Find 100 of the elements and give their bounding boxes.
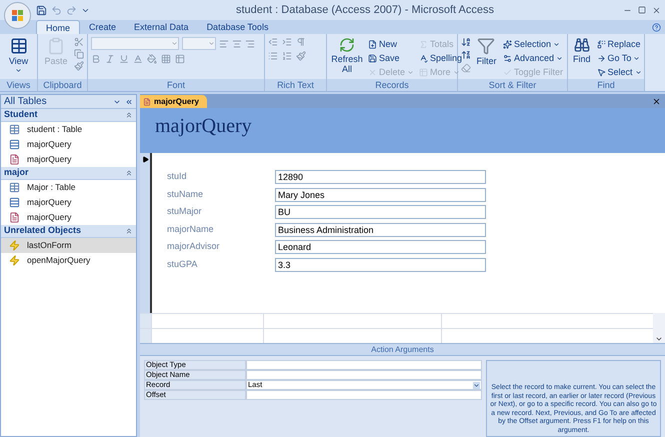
selection-icon — [502, 40, 512, 48]
cut-icon[interactable] — [74, 37, 84, 47]
indent-icon[interactable] — [282, 37, 292, 47]
table-icon — [9, 124, 20, 135]
collapse-pane-icon[interactable] — [125, 98, 133, 106]
filter-button[interactable]: Filter — [474, 37, 499, 66]
save-button[interactable]: Save — [367, 51, 416, 65]
field-label: majorAdvisor — [167, 240, 221, 254]
go-to-button[interactable]: Go To — [596, 51, 643, 65]
spelling-button[interactable]: Spelling — [418, 51, 464, 65]
font-name-field[interactable] — [91, 37, 179, 50]
document-tab[interactable]: majorQuery — [140, 95, 207, 108]
select-button[interactable]: Select — [596, 65, 643, 79]
group-header[interactable]: Unrelated Objects — [1, 225, 136, 238]
advanced-icon — [502, 54, 512, 62]
caret-icon — [407, 68, 414, 76]
field-input[interactable]: BU — [275, 205, 486, 219]
ribbon-tab[interactable]: Database Tools — [198, 20, 278, 34]
field-input[interactable]: Leonard — [275, 240, 486, 254]
advanced-button[interactable]: Advanced — [502, 51, 564, 65]
group-header[interactable]: Student — [1, 109, 136, 122]
field-input[interactable]: Mary Jones — [275, 188, 486, 202]
align-center-icon[interactable] — [232, 38, 242, 48]
field-input[interactable]: 12890 — [275, 170, 486, 184]
replace-button[interactable]: Replace — [596, 37, 643, 51]
fill-color-icon[interactable] — [147, 54, 157, 64]
ribbon-group-label: Font — [88, 79, 264, 91]
ribbon-group-label: Sort & Filter — [458, 79, 567, 91]
ribbon-group-label: Clipboard — [38, 79, 87, 91]
sort-descending-icon[interactable] — [461, 50, 471, 60]
query-icon — [9, 197, 20, 208]
new-button[interactable]: New — [367, 37, 416, 51]
field-input[interactable]: 3.3 — [275, 258, 486, 272]
align-right-icon[interactable] — [245, 38, 255, 48]
form-icon — [143, 98, 151, 106]
refresh-all-button[interactable]: Refresh All — [330, 37, 364, 74]
font-size-field[interactable] — [182, 37, 216, 50]
save-icon — [368, 54, 377, 62]
paintbrush-icon[interactable] — [74, 61, 84, 71]
align-left-icon[interactable] — [219, 38, 229, 48]
help-icon[interactable] — [652, 23, 661, 32]
navigation-item[interactable]: Major : Table — [1, 180, 136, 195]
view-button[interactable]: View — [3, 37, 34, 74]
close-icon[interactable] — [652, 97, 661, 106]
delete-icon — [368, 68, 377, 76]
gridlines-icon[interactable] — [161, 54, 171, 64]
restore-icon[interactable] — [638, 6, 646, 14]
paragraph-icon[interactable] — [296, 37, 306, 47]
highlight-icon[interactable] — [296, 51, 306, 61]
ribbon-tab[interactable]: Home — [36, 20, 80, 34]
dropdown-icon[interactable] — [473, 382, 480, 388]
navigation-item[interactable]: majorQuery — [1, 137, 136, 152]
navigation-item[interactable]: student : Table — [1, 122, 136, 137]
navigation-item[interactable]: majorQuery — [1, 195, 136, 210]
grid-color-icon[interactable] — [175, 54, 185, 64]
record-selector-icon[interactable] — [142, 156, 148, 163]
find-button[interactable]: Find — [571, 37, 593, 64]
ribbon-group-label: Rich Text — [265, 79, 326, 91]
ribbon-group-label: Records — [327, 79, 457, 91]
ribbon-group-label: Views — [0, 79, 37, 91]
ribbon-tab[interactable]: External Data — [125, 20, 198, 34]
scroll-down-icon[interactable] — [655, 335, 663, 343]
redo-icon[interactable] — [66, 4, 77, 16]
table-icon — [9, 182, 20, 193]
collapse-icon — [125, 111, 133, 119]
bullets-icon[interactable] — [268, 51, 278, 61]
clipboard-icon — [47, 37, 65, 55]
spelling-icon — [419, 54, 428, 62]
collapse-icon — [125, 227, 133, 235]
dropdown-icon — [171, 40, 178, 47]
argument-field[interactable] — [246, 390, 482, 400]
macro-icon — [9, 240, 20, 251]
close-icon[interactable] — [652, 6, 661, 14]
argument-field[interactable] — [246, 360, 482, 370]
underline-icon[interactable] — [119, 54, 129, 64]
argument-field[interactable] — [246, 370, 482, 380]
numbering-icon[interactable] — [282, 51, 292, 61]
undo-icon[interactable] — [51, 4, 62, 16]
save-icon[interactable] — [36, 4, 47, 16]
copy-icon[interactable] — [74, 49, 84, 59]
navigation-item[interactable]: lastOnForm — [1, 238, 136, 253]
group-header[interactable]: major — [1, 167, 136, 180]
navigation-item[interactable]: majorQuery — [1, 210, 136, 225]
datasheet-icon — [10, 37, 28, 55]
form-title: majorQuery — [155, 114, 253, 138]
field-input[interactable]: Business Administration — [275, 222, 486, 236]
selection-button[interactable]: Selection — [502, 37, 564, 51]
binoculars-icon — [574, 37, 590, 53]
ribbon-group-label: Find — [568, 79, 644, 91]
font-color-icon[interactable] — [133, 54, 143, 64]
italic-icon[interactable] — [105, 54, 115, 64]
sort-ascending-icon[interactable] — [461, 37, 471, 47]
outdent-icon[interactable] — [268, 37, 278, 47]
ribbon-tab[interactable]: Create — [80, 20, 126, 34]
navigation-item[interactable]: majorQuery — [1, 152, 136, 167]
dropdown-icon — [208, 40, 215, 47]
navigation-item[interactable]: openMajorQuery — [1, 253, 136, 268]
new-record-icon — [368, 40, 377, 48]
pointer-icon — [596, 68, 606, 76]
bold-icon[interactable] — [91, 54, 101, 64]
